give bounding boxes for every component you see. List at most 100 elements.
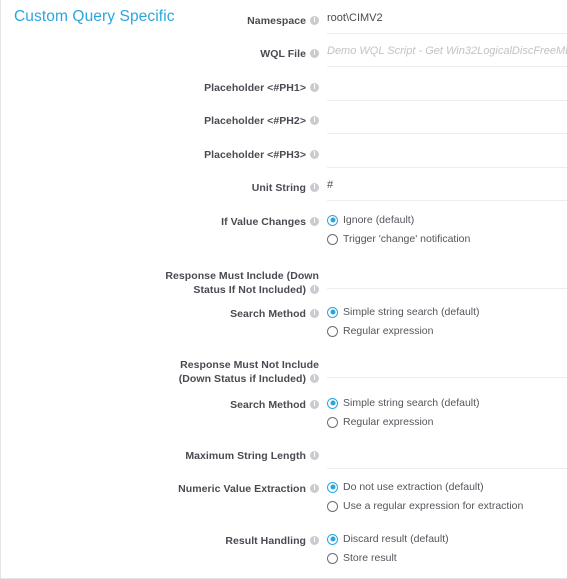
field-label-maximum-string-length: Maximum String Length bbox=[1, 449, 319, 463]
input-value: # bbox=[327, 179, 334, 191]
info-icon[interactable] bbox=[310, 484, 319, 493]
input-value bbox=[327, 355, 567, 369]
form-row-numeric-value-extraction: Numeric Value Extraction Do not use extra… bbox=[1, 481, 567, 533]
field-label-placeholder-ph1: Placeholder <#PH1> bbox=[1, 81, 319, 95]
radio-option-simple-string-search-default[interactable]: Simple string search (default) bbox=[327, 303, 567, 321]
form-row-if-value-changes: If Value Changes Ignore (default) Trigger … bbox=[1, 214, 567, 266]
radio-option-discard-result-default[interactable]: Discard result (default) bbox=[327, 530, 567, 548]
field-label-response-must-include-down-status-if-not-include: Response Must Include (Down Status If Not… bbox=[1, 269, 319, 297]
field-label-text: Namespace bbox=[247, 15, 306, 27]
form-row-namespace: Namespace root\CIMV2 bbox=[1, 11, 567, 47]
radio-option-regular-expression[interactable]: Regular expression bbox=[327, 322, 567, 340]
info-icon[interactable] bbox=[310, 309, 319, 318]
field-label-text: Numeric Value Extraction bbox=[178, 483, 306, 495]
input-value bbox=[327, 111, 567, 125]
form-row-placeholder-ph3: Placeholder <#PH3> bbox=[1, 148, 567, 181]
info-icon[interactable] bbox=[310, 16, 319, 25]
field-control-search-method: Simple string search (default) Regular ex… bbox=[319, 306, 567, 340]
field-label-text: Maximum String Length bbox=[185, 450, 306, 462]
text-input-placeholder-ph3[interactable] bbox=[327, 145, 567, 159]
field-label-namespace: Namespace bbox=[1, 14, 319, 28]
info-icon[interactable] bbox=[310, 285, 319, 294]
field-label-numeric-value-extraction: Numeric Value Extraction bbox=[1, 482, 319, 496]
radio-selected-icon[interactable] bbox=[327, 306, 338, 318]
radio-unselected-icon[interactable] bbox=[327, 233, 338, 245]
field-label-text: (Down Status if Included) bbox=[178, 373, 306, 385]
input-underline bbox=[327, 468, 567, 469]
input-underline bbox=[327, 100, 567, 101]
form-row-unit-string: Unit String # bbox=[1, 178, 567, 214]
field-label-text: Status If Not Included) bbox=[193, 284, 306, 296]
radio-selected-icon[interactable] bbox=[327, 214, 338, 226]
field-label-line-2: Status If Not Included) bbox=[1, 283, 319, 297]
radio-option-store-result[interactable]: Store result bbox=[327, 549, 567, 567]
radio-option-label: Regular expression bbox=[343, 325, 434, 337]
input-underline bbox=[327, 200, 567, 201]
field-label-wql-file: WQL File bbox=[1, 47, 319, 61]
info-icon[interactable] bbox=[310, 374, 319, 383]
radio-selected-icon[interactable] bbox=[327, 533, 338, 545]
text-input-response-must-include-down-status-if-not-include[interactable] bbox=[327, 266, 567, 280]
field-label-if-value-changes: If Value Changes bbox=[1, 215, 319, 229]
input-underline bbox=[327, 167, 567, 168]
info-icon[interactable] bbox=[310, 150, 319, 159]
input-underline bbox=[327, 66, 567, 67]
radio-option-do-not-use-extraction-default[interactable]: Do not use extraction (default) bbox=[327, 478, 567, 496]
text-input-placeholder-ph1[interactable] bbox=[327, 78, 567, 92]
radio-option-label: Simple string search (default) bbox=[343, 306, 480, 318]
field-control-unit-string: # bbox=[319, 178, 567, 201]
text-input-placeholder-ph2[interactable] bbox=[327, 111, 567, 125]
info-icon[interactable] bbox=[310, 400, 319, 409]
radio-option-use-a-regular-expression-for-extraction[interactable]: Use a regular expression for extraction bbox=[327, 497, 567, 515]
field-label-result-handling: Result Handling bbox=[1, 534, 319, 548]
input-underline bbox=[327, 33, 567, 34]
radio-unselected-icon[interactable] bbox=[327, 325, 338, 337]
radio-group-search-method: Simple string search (default) Regular ex… bbox=[327, 303, 567, 340]
input-underline bbox=[327, 133, 567, 134]
input-value bbox=[327, 266, 567, 280]
field-label-placeholder-ph2: Placeholder <#PH2> bbox=[1, 114, 319, 128]
radio-option-trigger-change-notification[interactable]: Trigger 'change' notification bbox=[327, 230, 567, 248]
radio-group-result-handling: Discard result (default) Store result bbox=[327, 530, 567, 567]
radio-option-simple-string-search-default[interactable]: Simple string search (default) bbox=[327, 394, 567, 412]
info-icon[interactable] bbox=[310, 183, 319, 192]
radio-unselected-icon[interactable] bbox=[327, 500, 338, 512]
input-underline bbox=[327, 377, 567, 378]
radio-group-numeric-value-extraction: Do not use extraction (default) Use a reg… bbox=[327, 478, 567, 515]
form-row-response-must-not-include-down-status-if-include: Response Must Not Include (Down Status if… bbox=[1, 358, 567, 391]
field-control-response-must-not-include-down-status-if-include bbox=[319, 355, 567, 378]
text-input-maximum-string-length[interactable] bbox=[327, 446, 567, 460]
form-row-search-method: Search Method Simple string search (defau… bbox=[1, 397, 567, 449]
info-icon[interactable] bbox=[310, 116, 319, 125]
input-value bbox=[327, 446, 567, 460]
field-control-result-handling: Discard result (default) Store result bbox=[319, 533, 567, 567]
form-row-wql-file: WQL File Demo WQL Script - Get Win32Logic… bbox=[1, 44, 567, 80]
field-control-maximum-string-length bbox=[319, 446, 567, 469]
text-input-namespace[interactable]: root\CIMV2 bbox=[327, 11, 567, 25]
field-control-search-method: Simple string search (default) Regular ex… bbox=[319, 397, 567, 431]
info-icon[interactable] bbox=[310, 217, 319, 226]
radio-unselected-icon[interactable] bbox=[327, 416, 338, 428]
radio-option-regular-expression[interactable]: Regular expression bbox=[327, 413, 567, 431]
radio-option-ignore-default[interactable]: Ignore (default) bbox=[327, 211, 567, 229]
field-control-placeholder-ph2 bbox=[319, 111, 567, 134]
field-label-text: Placeholder <#PH2> bbox=[204, 115, 306, 127]
radio-option-label: Regular expression bbox=[343, 416, 434, 428]
info-icon[interactable] bbox=[310, 49, 319, 58]
field-label-text: Search Method bbox=[230, 308, 306, 320]
radio-selected-icon[interactable] bbox=[327, 397, 338, 409]
radio-selected-icon[interactable] bbox=[327, 481, 338, 493]
field-label-unit-string: Unit String bbox=[1, 181, 319, 195]
field-control-if-value-changes: Ignore (default) Trigger 'change' notific… bbox=[319, 214, 567, 248]
field-label-text: Placeholder <#PH3> bbox=[204, 149, 306, 161]
field-control-wql-file: Demo WQL Script - Get Win32LogicalDiscFr… bbox=[319, 44, 567, 67]
radio-unselected-icon[interactable] bbox=[327, 552, 338, 564]
text-input-wql-file[interactable]: Demo WQL Script - Get Win32LogicalDiscFr… bbox=[327, 44, 567, 58]
radio-group-if-value-changes: Ignore (default) Trigger 'change' notific… bbox=[327, 211, 567, 248]
info-icon[interactable] bbox=[310, 451, 319, 460]
info-icon[interactable] bbox=[310, 536, 319, 545]
text-input-response-must-not-include-down-status-if-include[interactable] bbox=[327, 355, 567, 369]
field-label-text: If Value Changes bbox=[221, 216, 306, 228]
info-icon[interactable] bbox=[310, 83, 319, 92]
text-input-unit-string[interactable]: # bbox=[327, 178, 567, 192]
